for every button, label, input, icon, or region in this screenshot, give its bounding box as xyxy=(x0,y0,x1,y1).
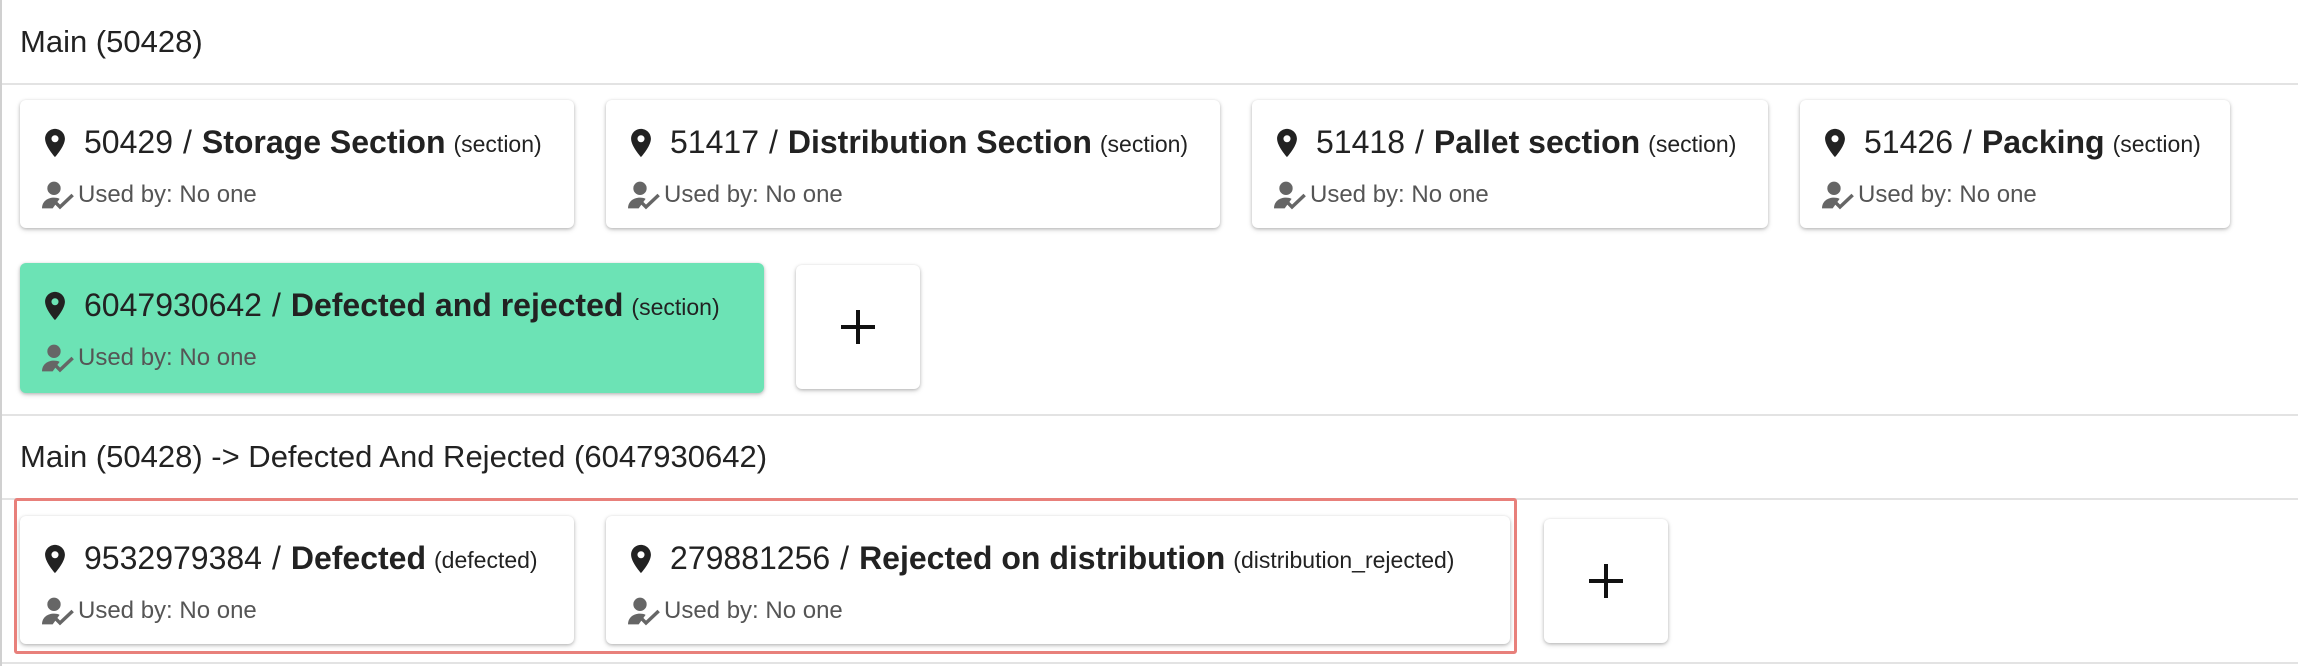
location-card-rejected-on-distribution[interactable]: 279881256 / Rejected on distribution (di… xyxy=(606,516,1510,644)
location-card-pallet-section[interactable]: 51418 / Pallet section (section) Used by… xyxy=(1252,100,1768,228)
card-id: 51426 xyxy=(1864,124,1953,160)
add-location-button[interactable] xyxy=(796,265,920,389)
section-path-header: Main (50428) xyxy=(2,0,2298,85)
card-name: Defected and rejected xyxy=(290,287,624,323)
card-separator: / xyxy=(271,287,281,323)
user-check-icon xyxy=(1822,181,1854,210)
location-card-defected[interactable]: 9532979384 / Defected (defected) Used by… xyxy=(20,516,574,644)
user-check-icon xyxy=(628,181,660,210)
card-name: Packing xyxy=(1981,124,2105,160)
card-title: 51426 / Packing (section) xyxy=(1818,124,2201,161)
card-name: Defected xyxy=(290,540,427,576)
divider xyxy=(2,662,2298,664)
pin-icon xyxy=(631,128,651,157)
card-used-by: Used by: No one xyxy=(626,179,843,211)
pin-icon xyxy=(1277,128,1297,157)
pin-icon xyxy=(45,128,65,157)
card-type: (section) xyxy=(1099,131,1189,157)
card-type: (section) xyxy=(2112,131,2201,157)
card-name: Pallet section xyxy=(1433,124,1641,160)
used-by-text: Used by: No one xyxy=(1858,181,2037,208)
card-title: 9532979384 / Defected (defected) xyxy=(38,540,538,577)
card-name: Distribution Section xyxy=(787,124,1092,160)
used-by-text: Used by: No one xyxy=(78,181,257,208)
add-location-button[interactable] xyxy=(1544,519,1668,643)
user-check-icon xyxy=(42,597,74,626)
card-title: 279881256 / Rejected on distribution (di… xyxy=(624,540,1454,577)
section-path: Main (50428) xyxy=(20,23,203,59)
used-by-text: Used by: No one xyxy=(664,181,843,208)
card-title: 51417 / Distribution Section (section) xyxy=(624,124,1188,161)
card-used-by: Used by: No one xyxy=(1820,179,2037,211)
location-card-packing[interactable]: 51426 / Packing (section) Used by: No on… xyxy=(1800,100,2230,228)
user-check-icon xyxy=(42,344,74,373)
section-path-header: Main (50428) -> Defected And Rejected (6… xyxy=(2,414,2298,500)
card-type: (defected) xyxy=(434,547,538,573)
pin-icon xyxy=(631,544,651,573)
pin-icon xyxy=(45,291,65,320)
card-used-by: Used by: No one xyxy=(1272,179,1489,211)
card-id: 9532979384 xyxy=(84,540,262,576)
location-browser: Main (50428) 50429 / Storage Section (se… xyxy=(0,0,2298,666)
card-title: 6047930642 / Defected and rejected (sect… xyxy=(38,287,720,324)
card-type: (distribution_rejected) xyxy=(1233,547,1455,573)
card-type: (section) xyxy=(631,294,720,320)
card-separator: / xyxy=(1962,124,1972,160)
card-separator: / xyxy=(768,124,778,160)
location-card-distribution-section[interactable]: 51417 / Distribution Section (section) U… xyxy=(606,100,1220,228)
card-id: 51417 xyxy=(670,124,759,160)
card-id: 279881256 xyxy=(670,540,831,576)
user-check-icon xyxy=(1274,181,1306,210)
location-card-defected-and-rejected[interactable]: 6047930642 / Defected and rejected (sect… xyxy=(20,263,764,393)
location-card-storage-section[interactable]: 50429 / Storage Section (section) Used b… xyxy=(20,100,574,228)
section-path: Main (50428) -> Defected And Rejected (6… xyxy=(20,439,768,474)
card-id: 6047930642 xyxy=(84,287,262,323)
card-name: Storage Section xyxy=(201,124,446,160)
plus-icon xyxy=(841,310,875,344)
card-title: 51418 / Pallet section (section) xyxy=(1270,124,1736,161)
card-separator: / xyxy=(1414,124,1424,160)
pin-icon xyxy=(1825,128,1845,157)
card-id: 51418 xyxy=(1316,124,1405,160)
card-separator: / xyxy=(182,124,192,160)
card-separator: / xyxy=(271,540,281,576)
card-used-by: Used by: No one xyxy=(40,595,257,627)
used-by-text: Used by: No one xyxy=(78,597,257,624)
card-type: (section) xyxy=(1648,131,1737,157)
card-title: 50429 / Storage Section (section) xyxy=(38,124,542,161)
card-name: Rejected on distribution xyxy=(859,540,1226,576)
card-id: 50429 xyxy=(84,124,173,160)
card-separator: / xyxy=(840,540,850,576)
card-used-by: Used by: No one xyxy=(626,595,843,627)
card-used-by: Used by: No one xyxy=(40,342,257,374)
card-used-by: Used by: No one xyxy=(40,179,257,211)
user-check-icon xyxy=(42,181,74,210)
used-by-text: Used by: No one xyxy=(664,597,843,624)
pin-icon xyxy=(45,544,65,573)
card-type: (section) xyxy=(453,131,542,157)
user-check-icon xyxy=(628,597,660,626)
plus-icon xyxy=(1589,564,1623,598)
used-by-text: Used by: No one xyxy=(1310,181,1489,208)
used-by-text: Used by: No one xyxy=(78,344,257,371)
